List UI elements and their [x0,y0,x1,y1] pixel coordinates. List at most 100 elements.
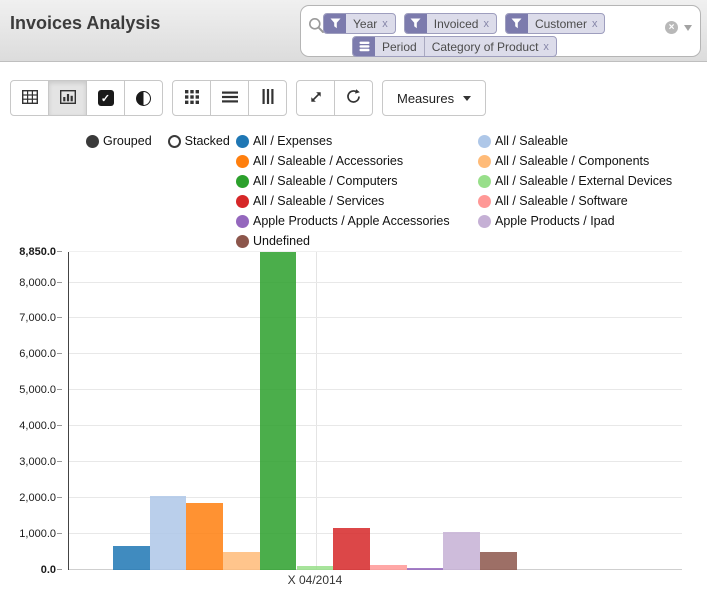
bar[interactable] [333,528,370,570]
gridline [69,353,682,354]
legend-color-dot [478,155,491,168]
legend-item[interactable]: All / Saleable / Services [236,191,478,211]
legend-label: Apple Products / Ipad [495,214,615,228]
y-tick-label: 2,000.0 [19,492,56,504]
remove-facet-icon[interactable]: x [592,18,598,30]
y-tick-label: 4,000.0 [19,420,56,432]
y-tick-mark [57,461,62,462]
legend-label: All / Saleable / Components [495,154,649,168]
legend-item[interactable]: All / Saleable / Computers [236,171,478,191]
bar[interactable] [443,532,480,570]
grid-layout-button[interactable] [172,80,211,116]
search-facet[interactable]: Invoicedx [404,13,497,34]
remove-facet-icon[interactable]: x [543,41,549,53]
clear-search-icon[interactable]: × [665,21,678,34]
legend-color-dot [236,155,249,168]
bar[interactable] [223,552,260,570]
legend-color-dot [236,235,249,248]
legend-item[interactable]: Apple Products / Ipad [478,211,672,231]
bar[interactable] [260,252,297,570]
gridline [69,389,682,390]
y-tick-mark [57,533,62,534]
y-tick-mark [57,251,62,252]
refresh-button[interactable] [334,80,373,116]
search-box[interactable]: Yearx Invoicedx Customerx [300,5,701,57]
layout-group [172,80,287,116]
grouped-radio[interactable]: Grouped [86,134,152,148]
chart-mode-controls: Grouped Stacked [86,131,230,151]
gridline [69,251,682,252]
stacked-radio[interactable]: Stacked [168,134,230,148]
view-toolbar: ✓ [10,80,486,116]
legend-item[interactable]: All / Saleable / Software [478,191,672,211]
search-dropdown-caret-icon[interactable] [684,25,692,31]
legend-label: All / Expenses [253,134,332,148]
x-tick-gridline [316,252,317,570]
legend-label: All / Saleable / Computers [253,174,398,188]
radio-checked-icon [86,135,99,148]
search-facet[interactable]: Yearx [323,13,396,34]
stacked-radio-label: Stacked [185,134,230,148]
horizontal-lines-icon [222,91,238,106]
grid-dots-icon [185,90,199,107]
search-controls: × [665,21,692,34]
y-tick-label: 6,000.0 [19,348,56,360]
bar[interactable] [150,496,187,570]
y-axis: 0.01,000.02,000.03,000.04,000.05,000.06,… [0,252,62,570]
facet-label: Category of Product [432,40,539,54]
bar[interactable] [370,565,407,570]
legend-item[interactable]: All / Saleable / Accessories [236,151,478,171]
legend-item[interactable]: All / Saleable / External Devices [478,171,672,191]
legend-label: All / Saleable / External Devices [495,174,672,188]
legend-label: All / Saleable / Services [253,194,384,208]
bar[interactable] [297,566,334,570]
group-by-icon [353,37,375,56]
table-view-button[interactable] [10,80,49,116]
legend-item[interactable]: All / Expenses [236,131,478,151]
header: Invoices Analysis Yearx Invoicedx [0,0,707,62]
legend-item[interactable]: All / Saleable / Components [478,151,672,171]
groupby-facet-segment[interactable]: Period [375,37,424,56]
legend-color-dot [478,135,491,148]
columns-layout-button[interactable] [248,80,287,116]
contrast-view-button[interactable] [124,80,163,116]
refresh-icon [346,89,361,107]
legend-color-dot [478,175,491,188]
measures-dropdown-button[interactable]: Measures [382,80,486,116]
legend-label: All / Saleable / Accessories [253,154,403,168]
remove-facet-icon[interactable]: x [483,18,489,30]
facet-label: Period [382,40,417,54]
legend-label: Apple Products / Apple Accessories [253,214,450,228]
legend-item[interactable]: Undefined [236,231,478,251]
rows-layout-button[interactable] [210,80,249,116]
y-tick-label: 1,000.0 [19,528,56,540]
groupby-facet-segment[interactable]: Category of Product x [424,37,556,56]
y-tick-mark [57,353,62,354]
filter-icon [405,14,427,33]
radio-unchecked-icon [168,135,181,148]
bar[interactable] [407,568,444,570]
remove-facet-icon[interactable]: x [382,18,388,30]
facet-row-2: Period Category of Product x [352,36,557,57]
measures-caret-icon [463,96,471,101]
groupby-facet[interactable]: Period Category of Product x [352,36,557,57]
actions-group [296,80,373,116]
gridline [69,461,682,462]
expand-button[interactable] [296,80,335,116]
checkbox-view-button[interactable]: ✓ [86,80,125,116]
bar-chart-icon [60,90,76,107]
search-facet[interactable]: Customerx [505,13,606,34]
legend-item[interactable]: All / Saleable [478,131,672,151]
legend-item[interactable]: Apple Products / Apple Accessories [236,211,478,231]
vertical-columns-icon [262,89,274,107]
measures-label: Measures [397,91,454,106]
page-title: Invoices Analysis [10,13,160,34]
bar-chart-plot [68,252,682,570]
bar[interactable] [113,546,150,570]
bar-chart-view-button[interactable] [48,80,87,116]
facet-label: Yearx [346,14,395,33]
bar[interactable] [480,552,517,570]
bar[interactable] [186,503,223,570]
table-grid-icon [22,90,38,107]
legend-color-dot [236,215,249,228]
